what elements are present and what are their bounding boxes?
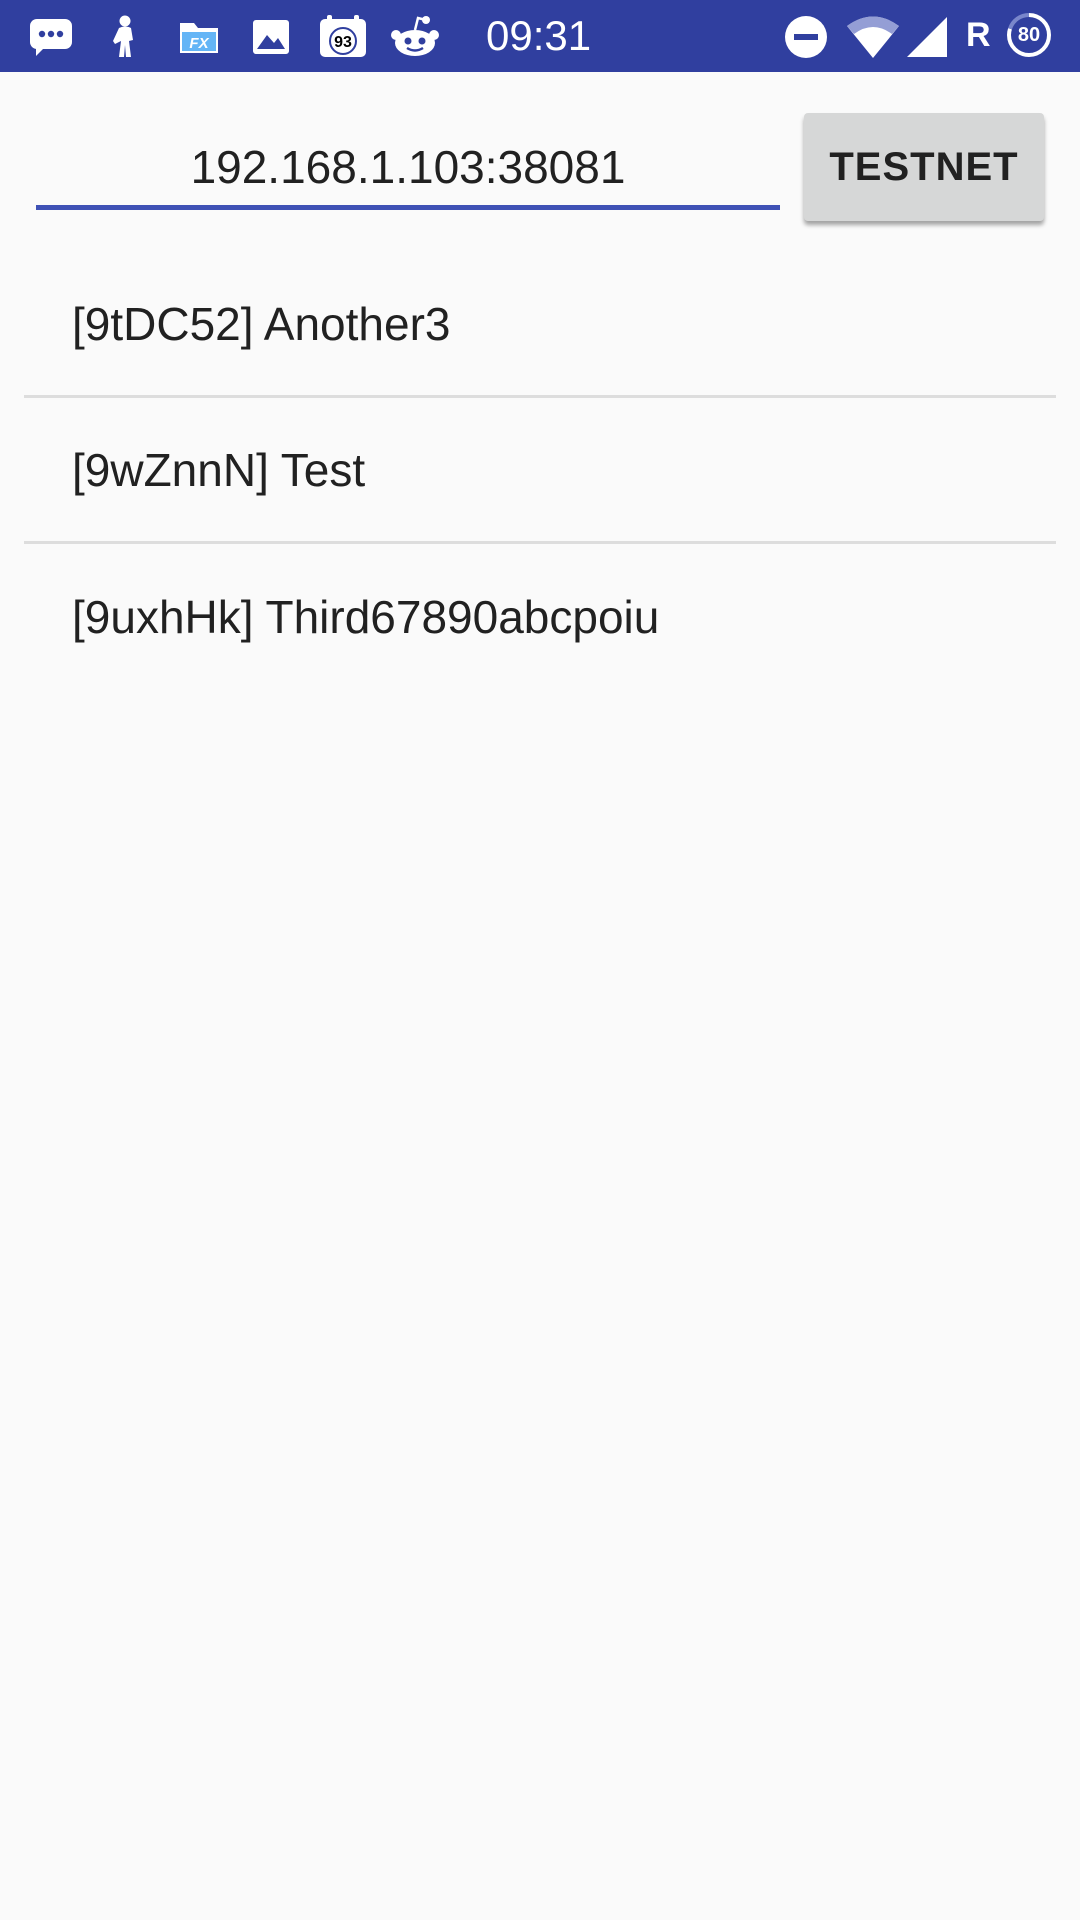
notification-badge: 93 [334, 34, 352, 51]
wallet-list: [9tDC52] Another3 [9wZnnN] Test [9uxhHk]… [24, 252, 1056, 690]
wallet-item[interactable]: [9tDC52] Another3 [24, 252, 1056, 398]
chat-bubble-icon [28, 14, 74, 60]
wallet-item-label: [9wZnnN] Test [72, 443, 366, 496]
wifi-icon [846, 14, 900, 60]
image-icon [248, 14, 294, 60]
calendar-icon: 93 [318, 14, 368, 60]
status-bar: FX 93 09:31 R 80 [0, 0, 1080, 72]
network-button[interactable]: TESTNET [804, 113, 1044, 221]
wallet-item[interactable]: [9uxhHk] Third67890abcpoiu [24, 544, 1056, 690]
file-manager-icon: FX [176, 14, 222, 60]
reddit-icon [390, 14, 440, 60]
signal-icon [904, 14, 950, 60]
battery-level: 80 [1017, 23, 1041, 46]
svg-text:FX: FX [189, 35, 209, 52]
status-time: 09:31 [486, 12, 592, 59]
wallet-item-label: [9uxhHk] Third67890abcpoiu [72, 591, 660, 643]
wallet-item-label: [9tDC52] Another3 [72, 297, 451, 350]
battery-icon: 80 [1005, 11, 1053, 59]
wallet-item[interactable]: [9wZnnN] Test [24, 398, 1056, 544]
person-icon [102, 14, 148, 60]
do-not-disturb-icon [783, 14, 829, 60]
daemon-address-input[interactable] [36, 128, 780, 210]
roaming-indicator: R [966, 16, 991, 54]
